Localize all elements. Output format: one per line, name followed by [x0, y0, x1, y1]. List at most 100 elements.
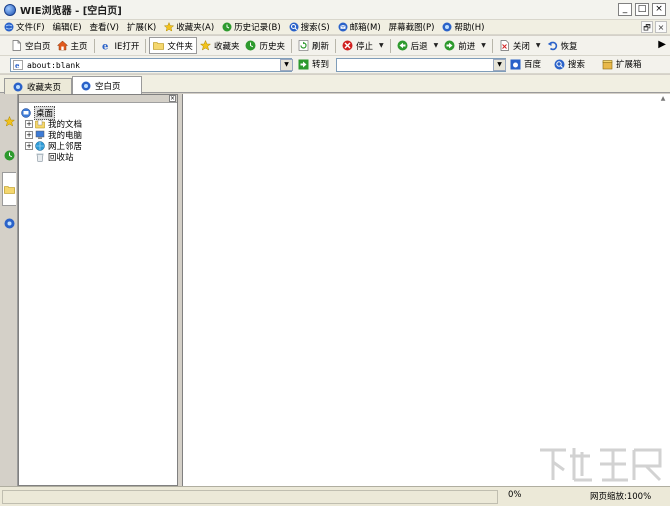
tab-blank-page-label: 空白页 [95, 81, 121, 92]
extensions-label: 扩展箱 [616, 60, 642, 70]
expand-icon[interactable]: + [25, 130, 33, 139]
home-label: 主页 [70, 41, 88, 52]
restore-label: 恢复 [560, 41, 578, 52]
close-page-icon [500, 40, 509, 51]
network-icon [35, 140, 45, 151]
menu-view-label: 查看(V) [89, 23, 119, 33]
undo-icon [547, 41, 557, 51]
search-dropdown-arrow-icon[interactable]: ▼ [493, 59, 506, 71]
strip-history-button[interactable] [2, 138, 16, 172]
back-label: 后退 [410, 41, 428, 52]
toolbar-separator [145, 38, 147, 53]
menu-favorites[interactable]: 收藏夹(A) [164, 21, 214, 33]
svg-text:e: e [15, 61, 20, 70]
status-text [2, 490, 498, 504]
toolbar-separator [290, 38, 292, 53]
menu-edit-label: 编辑(E) [52, 23, 82, 33]
search-button[interactable]: 搜索 [554, 58, 585, 70]
minimize-button[interactable]: _ [618, 3, 632, 16]
menu-file[interactable]: 文件(F) [4, 21, 45, 33]
refresh-button[interactable]: 刷新 [295, 37, 332, 54]
menu-history[interactable]: 历史记录(B) [222, 21, 281, 33]
baidu-icon [510, 59, 521, 69]
search-box[interactable] [336, 58, 506, 72]
back-button[interactable]: 后退 ▼ [394, 37, 442, 54]
tab-favorites-page[interactable]: 收藏夹页 [4, 78, 72, 94]
menu-favorites-label: 收藏夹(A) [176, 23, 215, 33]
strip-favorites-button[interactable] [2, 104, 16, 138]
menu-view[interactable]: 查看(V) [90, 21, 119, 33]
star-icon [164, 22, 175, 32]
status-bar: 0% 网页缩放:100% [0, 486, 670, 506]
tree-row-recycle-bin[interactable]: 回收站 [21, 151, 177, 163]
close-tab-button[interactable]: 关闭 ▼ [496, 37, 544, 54]
toolbar-overflow-icon[interactable]: ▶ [658, 39, 666, 50]
stop-button[interactable]: 停止 ▼ [339, 37, 387, 54]
scroll-up-icon[interactable]: ▲ [659, 95, 667, 103]
folders-button[interactable]: 文件夹 [149, 37, 197, 54]
tree-row-network[interactable]: + 网上邻居 [21, 140, 177, 152]
history-icon [245, 40, 256, 51]
go-button[interactable]: 转到 [298, 58, 329, 70]
menu-extend-label: 扩展(K) [127, 23, 157, 33]
extensions-button[interactable]: 扩展箱 [602, 58, 642, 70]
home-button[interactable]: 主页 [54, 37, 91, 54]
menu-search[interactable]: 搜索(S) [289, 21, 330, 33]
chevron-down-icon[interactable]: ▼ [379, 42, 384, 49]
tab-favorites-page-label: 收藏夹页 [27, 82, 62, 93]
blank-page-button[interactable]: 空白页 [8, 37, 54, 54]
zoom-level[interactable]: 网页缩放:100% [590, 490, 651, 502]
mdi-close-button[interactable]: × [655, 21, 667, 33]
history-button[interactable]: 历史夹 [242, 37, 288, 54]
chevron-down-icon[interactable]: ▼ [481, 42, 486, 49]
globe-icon [81, 81, 91, 90]
folder-panel: × 桌面 + 我的文档 + 我的电脑 + 网上邻居 回收站 [18, 94, 178, 486]
address-input[interactable] [27, 60, 277, 70]
folders-label: 文件夹 [167, 41, 193, 52]
expand-icon[interactable]: + [25, 141, 33, 150]
menu-extend[interactable]: 扩展(K) [127, 21, 156, 33]
blank-page-label: 空白页 [25, 41, 51, 52]
page-content[interactable]: ▲ [182, 94, 670, 486]
address-bar: e ▼ 转到 ▼ 百度 搜索 扩展箱 [0, 56, 670, 74]
home-icon [56, 40, 68, 51]
search-input[interactable] [337, 59, 487, 71]
maximize-button[interactable]: □ [635, 3, 649, 16]
favorites-label: 收藏夹 [213, 41, 240, 52]
history-icon [222, 22, 232, 32]
strip-search-button[interactable] [2, 206, 16, 240]
tree-row-my-computer[interactable]: + 我的电脑 [21, 129, 177, 141]
address-field[interactable]: e [10, 58, 292, 72]
chevron-down-icon[interactable]: ▼ [434, 42, 439, 49]
tree-row-desktop[interactable]: 桌面 [21, 105, 177, 120]
toolbar-separator [334, 38, 336, 53]
forward-arrow-icon [444, 40, 455, 51]
menu-screenshot-label: 屏幕截图(P) [388, 23, 435, 33]
close-window-button[interactable]: × [652, 3, 666, 16]
favorites-button[interactable]: 收藏夹 [197, 37, 243, 54]
ie-open-button[interactable]: e IE打开 [98, 37, 143, 54]
panel-close-icon[interactable]: × [169, 95, 176, 102]
baidu-button[interactable]: 百度 [510, 58, 541, 70]
stop-label: 停止 [355, 41, 373, 52]
restore-button[interactable]: 恢复 [544, 37, 581, 54]
chevron-down-icon[interactable]: ▼ [536, 42, 541, 49]
address-dropdown-arrow-icon[interactable]: ▼ [280, 59, 293, 71]
refresh-icon [298, 40, 309, 51]
ie-open-label: IE打开 [114, 41, 140, 52]
menu-mail-label: 邮箱(M) [349, 23, 381, 33]
sidebar-strip [0, 94, 18, 486]
menu-screenshot[interactable]: 屏幕截图(P) [389, 21, 435, 33]
strip-folders-button[interactable] [2, 172, 16, 206]
menu-mail[interactable]: 邮箱(M) [338, 21, 381, 33]
tree-row-my-documents[interactable]: + 我的文档 [21, 118, 177, 130]
tab-blank-page[interactable]: 空白页 [72, 76, 142, 94]
forward-button[interactable]: 前进 ▼ [441, 37, 489, 54]
menu-edit[interactable]: 编辑(E) [53, 21, 82, 33]
expand-icon[interactable]: + [25, 119, 33, 128]
mdi-restore-button[interactable]: 🗗 [641, 21, 653, 33]
menu-help[interactable]: 帮助(H) [442, 21, 484, 33]
go-label: 转到 [312, 60, 330, 70]
ie-icon: e [102, 42, 108, 52]
page-icon [12, 40, 21, 51]
